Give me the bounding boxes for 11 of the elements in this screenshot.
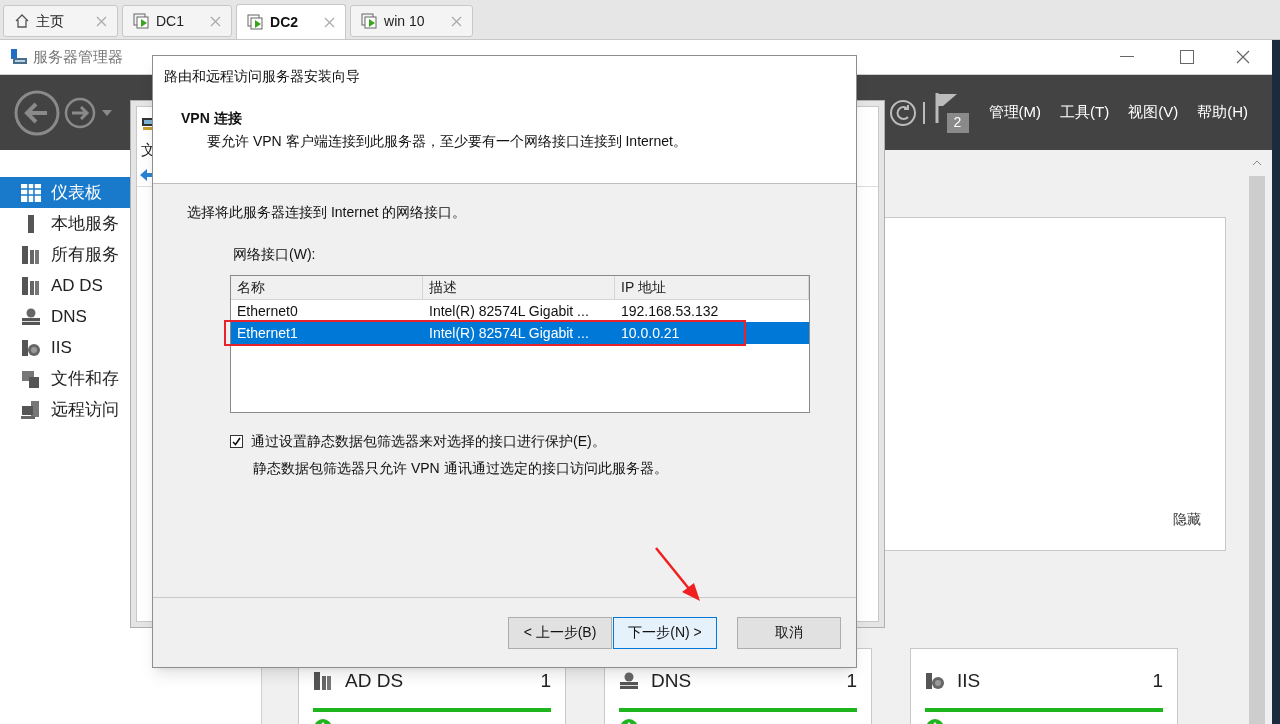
window-title: 服务器管理器 (33, 46, 123, 67)
dialog-title: 路由和远程访问服务器安装向导 (164, 67, 361, 86)
note-text: 静态数据包筛选器只允许 VPN 通讯通过选定的接口访问此服务器。 (253, 459, 669, 478)
dialog-heading: VPN 连接 (181, 109, 243, 128)
notification-count: 2 (946, 112, 969, 133)
tile-count: 1 (540, 669, 551, 693)
tile-count: 1 (846, 669, 857, 693)
instruction-text: 选择将此服务器连接到 Internet 的网络接口。 (187, 203, 468, 222)
list-label: 网络接口(W): (233, 245, 317, 264)
dialog-subtitle: 要允许 VPN 客户端连接到此服务器，至少要有一个网络接口连接到 Internet。 (207, 132, 688, 151)
tile-count: 1 (1152, 669, 1163, 693)
